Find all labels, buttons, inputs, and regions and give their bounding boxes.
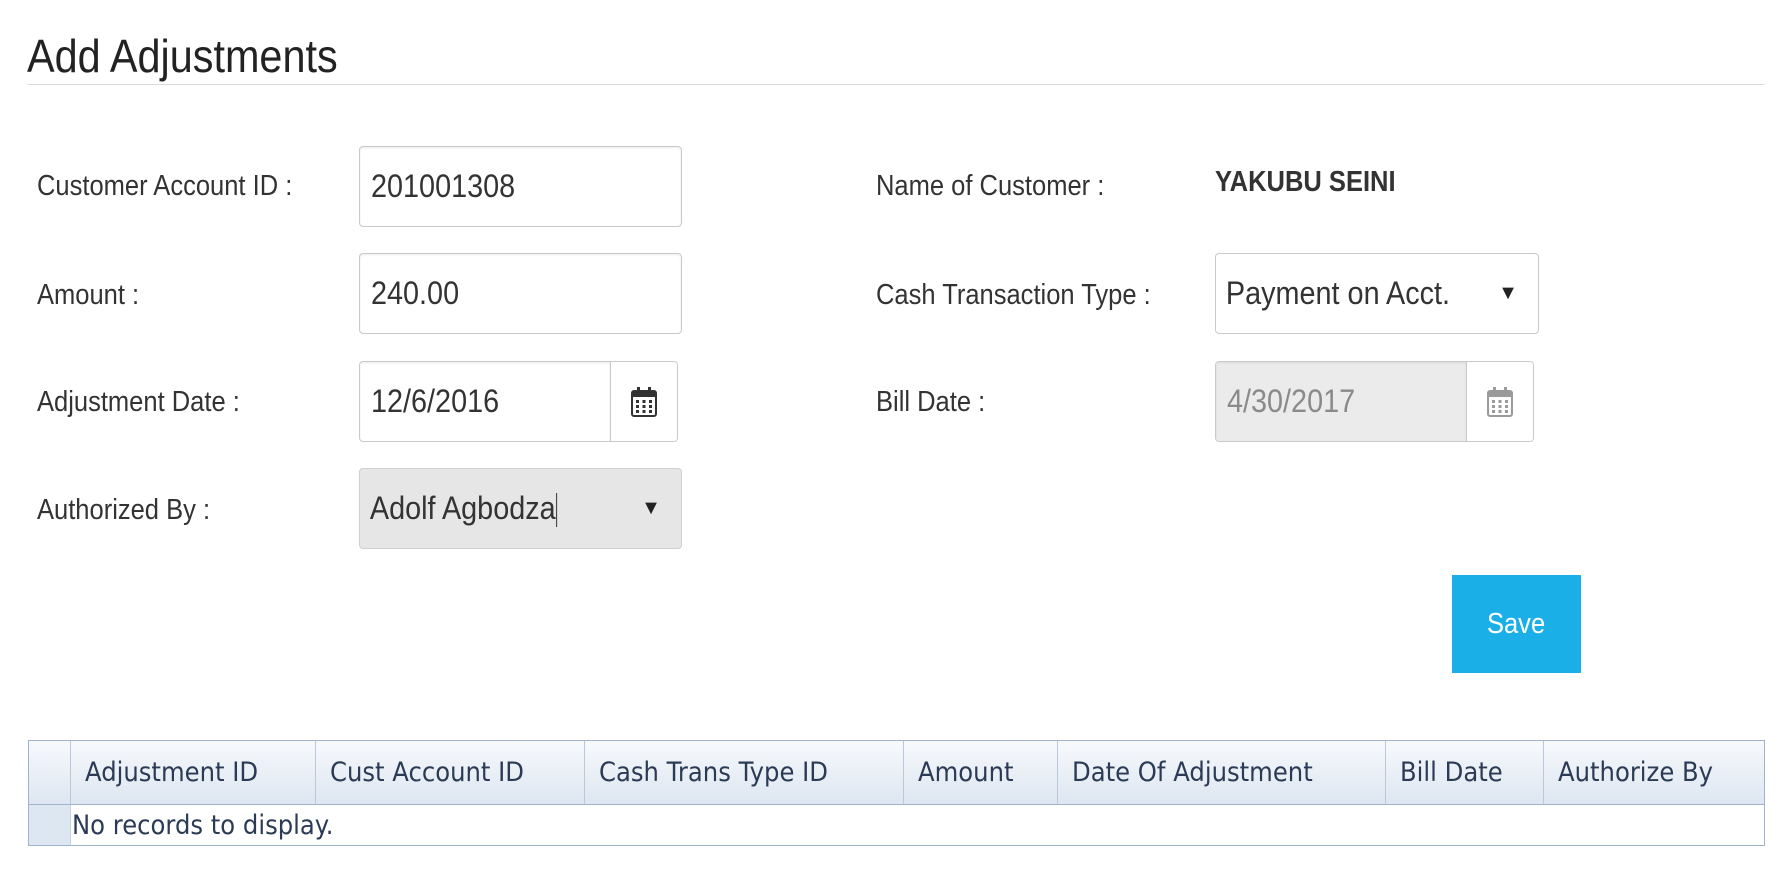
- grid-row-gutter: [29, 805, 71, 845]
- page-title: Add Adjustments: [27, 30, 338, 82]
- bill-date-calendar-button: [1466, 362, 1533, 441]
- cash-transaction-type-select[interactable]: Payment on Acct. ▼: [1215, 253, 1539, 334]
- dropdown-arrow-icon: ▼: [641, 497, 661, 519]
- column-header-bill-date[interactable]: Bill Date: [1386, 741, 1544, 804]
- dropdown-arrow-icon: ▼: [1498, 282, 1518, 304]
- adjustment-date-calendar-button[interactable]: [610, 362, 677, 441]
- customer-account-id-input[interactable]: 201001308: [359, 146, 682, 227]
- bill-date-input: 4/30/2017: [1216, 362, 1466, 441]
- customer-account-id-label: Customer Account ID :: [37, 170, 293, 202]
- bill-date-picker: 4/30/2017: [1215, 361, 1534, 442]
- adjustment-date-value: 12/6/2016: [371, 383, 500, 419]
- save-button-label: Save: [1487, 607, 1546, 640]
- column-header-cust-account-id[interactable]: Cust Account ID: [316, 741, 585, 804]
- adjustment-date-input[interactable]: 12/6/2016: [360, 362, 610, 441]
- column-header-date-of-adjustment[interactable]: Date Of Adjustment: [1058, 741, 1386, 804]
- authorized-by-label: Authorized By :: [37, 494, 211, 526]
- authorized-by-value: Adolf Agbodza: [369, 489, 556, 526]
- column-header-authorize-by[interactable]: Authorize By: [1544, 741, 1764, 804]
- customer-account-id-value: 201001308: [371, 168, 516, 204]
- cash-transaction-type-label: Cash Transaction Type :: [876, 279, 1151, 311]
- column-header-cash-trans-type-id[interactable]: Cash Trans Type ID: [585, 741, 904, 804]
- cash-transaction-type-value: Payment on Acct.: [1225, 275, 1451, 311]
- text-cursor: [556, 493, 558, 528]
- column-header-amount[interactable]: Amount: [904, 741, 1058, 804]
- calendar-icon: [1487, 386, 1513, 417]
- bill-date-label: Bill Date :: [876, 386, 986, 418]
- adjustments-grid: Adjustment ID Cust Account ID Cash Trans…: [28, 740, 1765, 846]
- grid-header: Adjustment ID Cust Account ID Cash Trans…: [29, 741, 1764, 805]
- grid-empty-message: No records to display.: [72, 809, 334, 841]
- grid-header-gutter: [29, 741, 71, 804]
- customer-name-value: YAKUBU SEINI: [1215, 166, 1396, 198]
- grid-empty-row: No records to display.: [29, 805, 1764, 845]
- save-button[interactable]: Save: [1452, 575, 1581, 673]
- bill-date-value: 4/30/2017: [1227, 383, 1356, 419]
- authorized-by-select[interactable]: Adolf Agbodza ▼: [359, 468, 682, 549]
- calendar-icon: [631, 386, 657, 417]
- amount-input[interactable]: 240.00: [359, 253, 682, 334]
- title-divider: [27, 84, 1765, 85]
- adjustment-date-label: Adjustment Date :: [37, 386, 240, 418]
- adjustment-date-picker: 12/6/2016: [359, 361, 678, 442]
- column-header-adjustment-id[interactable]: Adjustment ID: [71, 741, 316, 804]
- name-of-customer-label: Name of Customer :: [876, 170, 1105, 202]
- amount-label: Amount :: [37, 279, 140, 311]
- amount-value: 240.00: [371, 275, 460, 311]
